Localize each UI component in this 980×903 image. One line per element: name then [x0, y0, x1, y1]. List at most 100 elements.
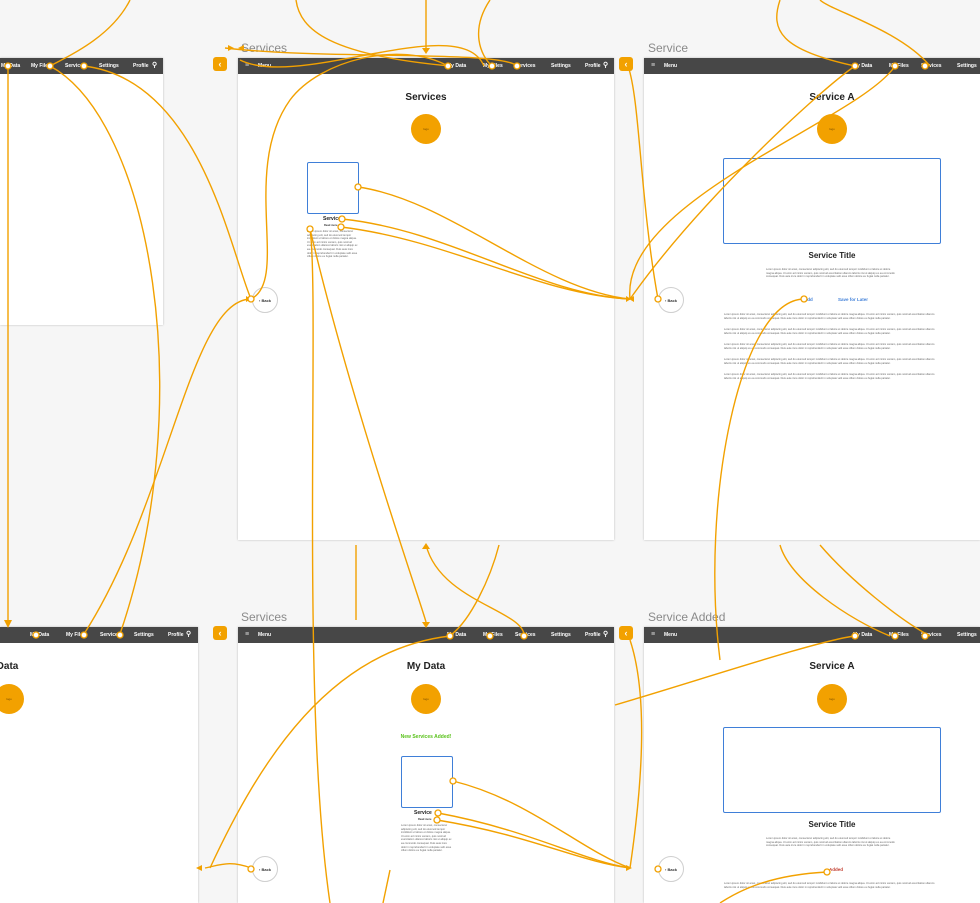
partial-screen-bottom-left: My Data My Files Services Settings Profi…: [0, 627, 198, 903]
nav-my-data[interactable]: My Data: [1, 63, 20, 69]
page-title: Service A: [809, 92, 855, 103]
nav-my-data[interactable]: My Data: [30, 632, 49, 638]
page-title: Services: [405, 92, 447, 103]
nav-services[interactable]: Services: [921, 63, 942, 69]
nav-my-data[interactable]: My Data: [853, 63, 872, 69]
profile-icon[interactable]: ⚲: [603, 630, 608, 638]
nav-my-files[interactable]: My Files: [31, 63, 51, 69]
profile-icon[interactable]: ⚲: [186, 630, 191, 638]
nav-settings[interactable]: Settings: [551, 632, 571, 638]
nav-menu[interactable]: Menu: [664, 632, 677, 638]
navbar: My Data My Files Services Settings Profi…: [0, 627, 198, 643]
nav-settings[interactable]: Settings: [551, 63, 571, 69]
artboard-back-icon[interactable]: ‹: [213, 626, 227, 640]
nav-my-files[interactable]: My Files: [889, 632, 909, 638]
back-label: Back: [261, 297, 272, 303]
nav-my-files[interactable]: My Files: [889, 63, 909, 69]
artboard-title-services-2: Services: [241, 610, 288, 624]
nav-my-files[interactable]: My Files: [483, 63, 503, 69]
navbar: My Data My Files Services Settings Profi…: [0, 58, 163, 74]
artboard-title-service: Service: [648, 41, 689, 55]
page-title: My Data: [406, 661, 446, 672]
services-added-notice: New Services Added!: [400, 734, 452, 740]
service-body-2: Lorem ipsum dolor sit amet, consectetur …: [724, 328, 935, 335]
service-card-image[interactable]: [307, 162, 359, 214]
nav-my-files[interactable]: My Files: [66, 632, 86, 638]
artboard-back-icon[interactable]: ‹: [213, 57, 227, 71]
nav-settings[interactable]: Settings: [957, 63, 977, 69]
nav-settings[interactable]: Settings: [134, 632, 154, 638]
nav-profile[interactable]: Profile: [168, 632, 184, 638]
back-button[interactable]: ‹ Back: [252, 287, 278, 313]
service-summary: Lorem ipsum dolor sit amet, consectetur …: [766, 268, 895, 279]
add-button[interactable]: Add: [804, 297, 813, 302]
service-body-3: Lorem ipsum dolor sit amet, consectetur …: [724, 343, 935, 350]
nav-profile[interactable]: Profile: [585, 632, 601, 638]
nav-settings[interactable]: Settings: [957, 632, 977, 638]
navbar: ≡ Menu My Data My Files Services Setting…: [238, 627, 614, 643]
navbar: ≡ Menu My Data My Files Services Setting…: [644, 627, 980, 643]
nav-settings[interactable]: Settings: [99, 63, 119, 69]
services-screen: ≡ Menu My Data My Files Services Setting…: [238, 58, 614, 540]
back-arrow-icon: ‹: [664, 866, 667, 872]
menu-icon[interactable]: ≡: [245, 631, 249, 638]
service-hero-image: [723, 158, 941, 244]
service-card-description: Lorem ipsum dolor sit amet, consectetur …: [401, 824, 452, 853]
partial-screen-top-left: My Data My Files Services Settings Profi…: [0, 58, 163, 325]
read-more-link[interactable]: Read more: [418, 818, 431, 822]
navbar: ≡ Menu My Data My Files Services Setting…: [644, 58, 980, 74]
back-arrow-icon: ‹: [258, 866, 261, 872]
nav-my-data[interactable]: My Data: [447, 632, 466, 638]
service-a-screen: ≡ Menu My Data My Files Services Setting…: [644, 58, 980, 540]
back-label: Back: [667, 866, 678, 872]
nav-my-data[interactable]: My Data: [447, 63, 466, 69]
service-title: Service Title: [808, 251, 856, 260]
nav-profile[interactable]: Profile: [585, 63, 601, 69]
nav-menu[interactable]: Menu: [664, 63, 677, 69]
page-title: Service A: [809, 661, 855, 672]
logo: logo: [411, 114, 441, 144]
back-button[interactable]: ‹ Back: [658, 856, 684, 882]
nav-profile[interactable]: Profile: [133, 63, 149, 69]
nav-my-files[interactable]: My Files: [483, 632, 503, 638]
service-body-4: Lorem ipsum dolor sit amet, consectetur …: [724, 358, 935, 365]
logo: logo: [0, 684, 24, 714]
service-body-5: Lorem ipsum dolor sit amet, consectetur …: [724, 373, 935, 380]
nav-services[interactable]: Services: [515, 63, 536, 69]
service-a-added-screen: ≡ Menu My Data My Files Services Setting…: [644, 627, 980, 903]
page-title: My Data: [0, 661, 19, 672]
nav-menu[interactable]: Menu: [258, 632, 271, 638]
artboard-title-services: Services: [241, 41, 288, 55]
artboard-title-service-added: Service Added: [648, 610, 726, 624]
artboard-back-icon[interactable]: ‹: [619, 57, 633, 71]
service-card-label[interactable]: Service: [414, 810, 432, 816]
nav-services[interactable]: Services: [515, 632, 536, 638]
nav-my-data[interactable]: My Data: [853, 632, 872, 638]
back-label: Back: [261, 866, 272, 872]
profile-icon[interactable]: ⚲: [152, 61, 157, 69]
menu-icon[interactable]: ≡: [245, 62, 249, 69]
service-summary: Lorem ipsum dolor sit amet, consectetur …: [766, 837, 895, 848]
nav-services[interactable]: Services: [100, 632, 121, 638]
back-label: Back: [667, 297, 678, 303]
service-card-image[interactable]: [401, 756, 453, 808]
logo: logo: [817, 684, 847, 714]
service-card-label[interactable]: Service: [323, 216, 341, 222]
added-label: Added: [829, 867, 843, 872]
nav-services[interactable]: Services: [65, 63, 86, 69]
service-body-1: Lorem ipsum dolor sit amet, consectetur …: [724, 882, 935, 889]
service-body-1: Lorem ipsum dolor sit amet, consectetur …: [724, 313, 935, 320]
artboard-back-icon[interactable]: ‹: [619, 626, 633, 640]
read-more-link[interactable]: Read more: [324, 224, 337, 228]
nav-menu[interactable]: Menu: [258, 63, 271, 69]
logo: logo: [817, 114, 847, 144]
save-for-later-button[interactable]: Save for Later: [838, 297, 868, 302]
menu-icon[interactable]: ≡: [651, 631, 655, 638]
logo: logo: [411, 684, 441, 714]
back-arrow-icon: ‹: [258, 297, 261, 303]
menu-icon[interactable]: ≡: [651, 62, 655, 69]
back-button[interactable]: ‹ Back: [658, 287, 684, 313]
profile-icon[interactable]: ⚲: [603, 61, 608, 69]
back-button[interactable]: ‹ Back: [252, 856, 278, 882]
nav-services[interactable]: Services: [921, 632, 942, 638]
